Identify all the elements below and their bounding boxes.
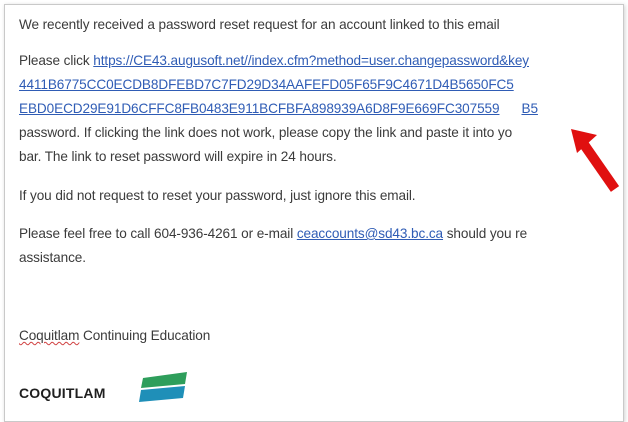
contact-line: Please feel free to call 604-936-4261 or…: [19, 226, 527, 241]
instructions-line: password. If clicking the link does not …: [19, 125, 513, 140]
email-body: We recently received a password reset re…: [4, 4, 624, 422]
signature-org-first: Coquitlam: [19, 328, 80, 343]
assistance-text: assistance.: [19, 250, 86, 265]
ignore-text: If you did not request to reset your pas…: [19, 188, 416, 203]
reset-link-part-2[interactable]: 4411B6775CC0ECDB8DFEBD7C7FD29D34AAFEFD05…: [19, 77, 514, 92]
intro-text: We recently received a password reset re…: [19, 17, 500, 32]
coquitlam-logo-icon: [139, 372, 187, 402]
click-prefix: Please click: [19, 53, 94, 68]
expiry-line: bar. The link to reset password will exp…: [19, 149, 337, 164]
reset-link-part-3[interactable]: EBD0ECD29E91D6CFFC8FB0483E911BCFBFA89893…: [19, 101, 500, 116]
contact-suffix: should you re: [443, 226, 528, 241]
link-line-3: EBD0ECD29E91D6CFFC8FB0483E911BCFBFA89893…: [19, 101, 538, 116]
contact-prefix: Please feel free to call 604-936-4261 or…: [19, 226, 297, 241]
red-arrow-pointer-icon: [571, 129, 620, 192]
brand-wordmark: COQUITLAM: [19, 385, 106, 401]
reset-link-part-1[interactable]: https://CE43.augusoft.net//index.cfm?met…: [93, 53, 529, 68]
signature-org-rest: Continuing Education: [79, 328, 211, 343]
click-line: Please click https://CE43.augusoft.net//…: [19, 53, 529, 68]
contact-email-link[interactable]: ceaccounts@sd43.bc.ca: [297, 226, 443, 241]
reset-link-part-3-tail[interactable]: B5: [521, 101, 538, 116]
link-line-2: 4411B6775CC0ECDB8DFEBD7C7FD29D34AAFEFD05…: [19, 77, 514, 92]
signature-org: Coquitlam Continuing Education: [19, 328, 210, 343]
